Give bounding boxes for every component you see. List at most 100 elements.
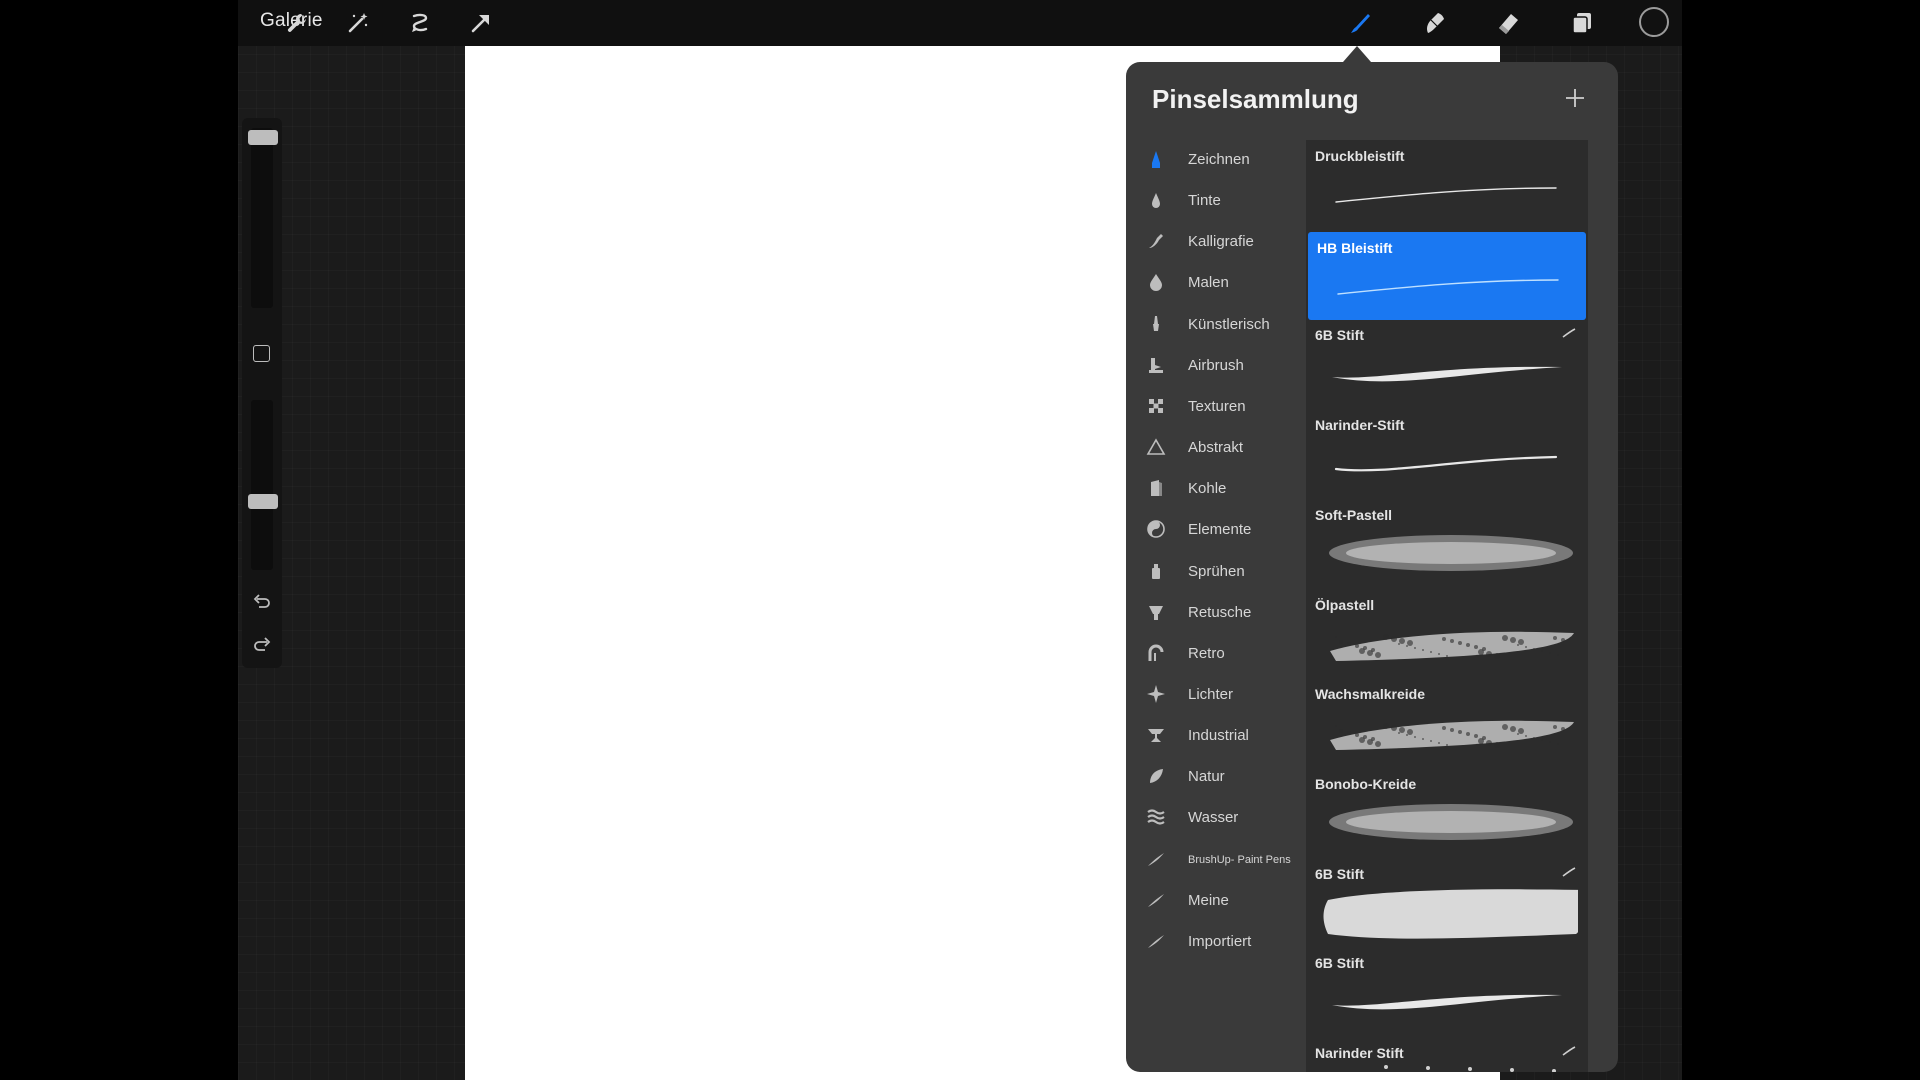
brush-item[interactable]: Bonobo-Kreide (1306, 768, 1588, 856)
category-item[interactable]: Texturen (1126, 387, 1316, 427)
triangle-icon (1146, 437, 1166, 457)
brush-item[interactable]: Narinder-Stift (1306, 409, 1588, 497)
category-item[interactable]: Elemente (1126, 510, 1316, 550)
layers-icon[interactable] (1569, 10, 1595, 36)
category-item[interactable]: Retusche (1126, 593, 1316, 633)
brush-stroke-preview (1316, 700, 1578, 762)
undo-icon[interactable] (251, 591, 273, 613)
category-label: Kalligrafie (1188, 233, 1254, 251)
category-label: Retro (1188, 644, 1225, 662)
plus-icon[interactable] (1563, 86, 1587, 110)
opacity-thumb[interactable] (248, 494, 278, 509)
category-item[interactable]: BrushUp- Paint Pens (1126, 840, 1316, 880)
selection-icon[interactable] (407, 10, 433, 36)
brush-stroke-preview (1316, 969, 1578, 1031)
category-label: Elemente (1188, 521, 1252, 539)
opacity-slider[interactable] (251, 400, 273, 570)
texture-icon (1146, 396, 1166, 416)
category-item[interactable]: Sprühen (1126, 552, 1316, 592)
category-item[interactable]: Zeichnen (1126, 140, 1316, 180)
category-item[interactable]: Meine (1126, 881, 1316, 921)
brush-item[interactable]: 6B Stift (1306, 947, 1588, 1035)
brush-modified-icon (1562, 1043, 1576, 1056)
brush-size-slider[interactable] (251, 128, 273, 308)
category-item[interactable]: Natur (1126, 757, 1316, 797)
pencil-tip-icon (1146, 149, 1166, 169)
category-label: Importiert (1188, 932, 1252, 950)
category-item[interactable]: Abstrakt (1126, 428, 1316, 468)
brush-stroke-icon (1146, 849, 1166, 869)
brush-item[interactable]: Ölpastell (1306, 589, 1588, 677)
category-item[interactable]: Retro (1126, 634, 1316, 674)
category-item[interactable]: Kohle (1126, 469, 1316, 509)
category-item[interactable]: Wasser (1126, 798, 1316, 838)
brush-stroke-preview (1316, 162, 1578, 224)
sparkle-icon (1146, 684, 1166, 704)
category-label: Texturen (1188, 397, 1246, 415)
category-item[interactable]: Malen (1126, 263, 1316, 303)
category-label: Lichter (1188, 685, 1234, 703)
brush-stroke-preview (1316, 790, 1578, 852)
brush-item[interactable]: 6B Stift (1306, 319, 1588, 407)
brush-icon[interactable] (1347, 10, 1373, 36)
category-label: Malen (1188, 274, 1229, 292)
leaf-icon (1146, 766, 1166, 786)
brush-item[interactable]: Narinder Stift (1306, 1037, 1588, 1072)
category-item[interactable]: Künstlerisch (1126, 305, 1316, 345)
magic-wand-icon[interactable] (345, 10, 371, 36)
brush-item[interactable]: Druckbleistift (1306, 140, 1588, 228)
brush-stroke-preview (1316, 431, 1578, 493)
modify-square-icon[interactable] (253, 345, 270, 362)
brush-stroke-preview (1318, 254, 1580, 316)
category-label: Wasser (1188, 809, 1239, 827)
category-item[interactable]: Industrial (1126, 716, 1316, 756)
category-item[interactable]: Airbrush (1126, 346, 1316, 386)
eraser-icon[interactable] (1495, 10, 1521, 36)
smudge-icon[interactable] (1421, 10, 1447, 36)
brush-item[interactable]: 6B Stift (1306, 858, 1588, 946)
brush-modified-icon (1562, 325, 1576, 339)
brush-stroke-icon (1146, 890, 1166, 910)
brush-stroke-preview (1316, 611, 1578, 673)
category-label: Kohle (1188, 480, 1227, 498)
panel-caret (1343, 46, 1371, 62)
brush-stroke-preview (1316, 880, 1587, 942)
brush-library-panel: Pinselsammlung Zeichnen Tinte Kalligrafie M… (1126, 62, 1618, 1072)
procreate-app: Galerie Pinselsammlung Zeichnen Tinte Ka… (238, 0, 1682, 1080)
brush-item[interactable]: Soft-Pastell (1306, 499, 1588, 587)
calligraphy-icon (1146, 231, 1166, 251)
category-item[interactable]: Importiert (1126, 922, 1316, 962)
category-label: Airbrush (1188, 356, 1244, 374)
ink-drop-icon (1146, 190, 1166, 210)
category-label: Industrial (1188, 727, 1249, 745)
transform-arrow-icon[interactable] (468, 10, 494, 36)
redo-icon[interactable] (251, 634, 273, 656)
category-label: Retusche (1188, 603, 1252, 621)
category-label: Tinte (1188, 192, 1221, 210)
brush-list: Druckbleistift HB Bleistift 6B Stift Narind… (1306, 140, 1588, 1072)
category-label: Abstrakt (1188, 439, 1244, 457)
retouch-icon (1146, 602, 1166, 622)
brush-stroke-icon (1146, 931, 1166, 951)
brush-modified-icon (1562, 864, 1576, 877)
category-item[interactable]: Lichter (1126, 675, 1316, 715)
category-item[interactable]: Tinte (1126, 181, 1316, 221)
left-sidebar (242, 118, 282, 668)
brush-stroke-preview (1316, 1059, 1578, 1072)
charcoal-icon (1146, 478, 1166, 498)
brush-item[interactable]: HB Bleistift (1308, 231, 1586, 320)
anvil-icon (1146, 725, 1166, 745)
yin-yang-icon (1146, 519, 1166, 539)
color-picker-button[interactable] (1639, 7, 1669, 37)
category-label: Natur (1188, 768, 1225, 786)
water-waves-icon (1146, 807, 1166, 827)
brush-size-thumb[interactable] (248, 130, 278, 145)
retro-icon (1146, 643, 1166, 663)
wrench-icon[interactable] (284, 10, 310, 36)
paint-drop-icon (1146, 272, 1166, 292)
category-label: Meine (1188, 891, 1229, 909)
category-item[interactable]: Kalligrafie (1126, 222, 1316, 262)
top-toolbar: Galerie (238, 0, 1682, 46)
category-label: Zeichnen (1188, 151, 1250, 168)
brush-item[interactable]: Wachsmalkreide (1306, 678, 1588, 766)
